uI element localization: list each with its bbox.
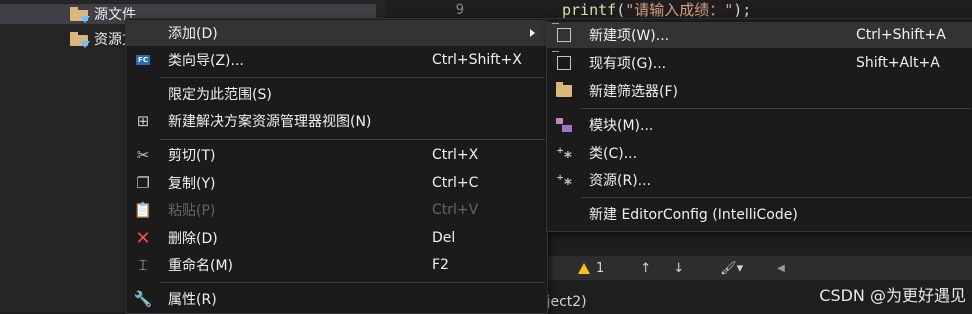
brush-icon[interactable]: 🖌▾ <box>720 261 743 276</box>
filter-folder-icon <box>70 32 90 48</box>
menu-item-module[interactable]: 模块(M)... <box>547 112 972 138</box>
menu-item-shortcut: Shift+Alt+A <box>856 55 940 71</box>
new-item-icon <box>552 23 573 44</box>
menu-item-shortcut: Ctrl+V <box>432 202 479 218</box>
menu-item-existing-item[interactable]: 现有项(G)... Shift+Alt+A <box>547 50 972 76</box>
menu-item-label: 资源(R)... <box>589 173 652 189</box>
watermark: CSDN @为更好遇见 <box>819 286 966 305</box>
menu-item-label: 限定为此范围(S) <box>168 87 272 103</box>
copy-icon: ❐ <box>136 174 150 192</box>
menu-item-shortcut: Ctrl+Shift+A <box>856 27 946 43</box>
class-wizard-icon: FC <box>134 51 152 69</box>
add-submenu: 新建项(W)... Ctrl+Shift+A 现有项(G)... Shift+A… <box>546 18 972 232</box>
submenu-arrow-icon <box>530 29 535 37</box>
rename-icon: ⌶ <box>138 256 148 274</box>
menu-item-new-explorer-view[interactable]: ⊞ 新建解决方案资源管理器视图(N) <box>126 108 547 134</box>
scroll-left-icon[interactable]: ◀ <box>777 263 785 274</box>
menu-item-shortcut: Ctrl+Shift+X <box>432 52 522 68</box>
menu-item-label: 新建筛选器(F) <box>589 84 678 100</box>
menu-item-label: 重命名(M) <box>168 258 234 274</box>
menu-item-add[interactable]: 添加(D) <box>126 20 547 46</box>
code-function: printf <box>562 1 617 19</box>
menu-item-scope-to-this[interactable]: 限定为此范围(S) <box>126 81 547 107</box>
filter-folder-icon <box>70 7 90 23</box>
menu-item-label: 新建 EditorConfig (IntelliCode) <box>589 207 798 223</box>
menu-item-new-item[interactable]: 新建项(W)... Ctrl+Shift+A <box>547 22 972 48</box>
code-line[interactable]: printf("请输入成绩："); <box>562 0 751 20</box>
menu-item-class-wizard[interactable]: FC 类向导(Z)... Ctrl+Shift+X <box>126 47 547 73</box>
menu-item-label: 剪切(T) <box>168 148 216 164</box>
menu-item-resource[interactable]: ⁺⁎ 资源(R)... <box>547 167 972 193</box>
menu-item-paste: 📋 粘贴(P) Ctrl+V <box>126 197 547 223</box>
scissors-icon: ✂ <box>136 146 150 164</box>
arrow-up-icon[interactable]: ↑ <box>640 261 651 276</box>
code-string: "请输入成绩：" <box>625 1 734 19</box>
menu-item-properties[interactable]: 🔧 属性(R) <box>126 286 547 312</box>
menu-item-label: 复制(Y) <box>168 176 216 192</box>
menu-separator <box>160 139 545 140</box>
menu-separator <box>581 197 971 198</box>
menu-item-shortcut: F2 <box>432 257 449 273</box>
menu-item-class[interactable]: ⁺⁎ 类(C)... <box>547 140 972 166</box>
menu-item-label: 现有项(G)... <box>589 56 667 72</box>
menu-item-shortcut: Del <box>432 230 456 246</box>
menu-item-rename[interactable]: ⌶ 重命名(M) F2 <box>126 252 547 278</box>
warning-icon <box>578 262 590 274</box>
menu-item-cut[interactable]: ✂ 剪切(T) Ctrl+X <box>126 142 547 168</box>
menu-item-label: 粘贴(P) <box>168 203 216 219</box>
code-paren-close: ); <box>733 1 752 19</box>
menu-separator <box>160 282 545 283</box>
new-filter-icon <box>555 82 573 100</box>
menu-item-copy[interactable]: ❐ 复制(Y) Ctrl+C <box>126 170 547 196</box>
menu-item-new-filter[interactable]: 新建筛选器(F) <box>547 78 972 104</box>
menu-item-label: 新建解决方案资源管理器视图(N) <box>168 114 372 130</box>
menu-item-delete[interactable]: ✕ 删除(D) Del <box>126 225 547 251</box>
resource-icon: ⁺⁎ <box>556 171 572 189</box>
editor-status-toolbar: 1 ↑ ↓ 🖌▾ ◀ <box>548 256 972 280</box>
menu-item-label: 模块(M)... <box>589 118 654 134</box>
menu-item-label: 删除(D) <box>168 231 218 247</box>
module-icon <box>555 116 573 134</box>
context-menu: 添加(D) FC 类向导(Z)... Ctrl+Shift+X 限定为此范围(S… <box>125 18 548 314</box>
menu-item-label: 新建项(W)... <box>589 28 670 44</box>
class-icon: ⁺⁎ <box>556 144 572 162</box>
menu-item-shortcut: Ctrl+X <box>432 147 479 163</box>
paste-icon: 📋 <box>133 201 153 219</box>
new-view-icon: ⊞ <box>136 112 150 130</box>
code-paren: ( <box>616 1 626 19</box>
menu-separator <box>160 77 545 78</box>
menu-item-label: 属性(R) <box>168 292 217 308</box>
menu-item-label: 类(C)... <box>589 146 638 162</box>
menu-item-label: 类向导(Z)... <box>168 53 244 69</box>
wrench-icon: 🔧 <box>133 290 153 308</box>
line-number: 9 <box>455 2 464 18</box>
arrow-down-icon[interactable]: ↓ <box>673 261 684 276</box>
warning-indicator[interactable]: 1 <box>578 261 604 276</box>
menu-item-label: 添加(D) <box>168 26 218 42</box>
existing-item-icon <box>552 51 573 72</box>
menu-separator <box>581 108 971 109</box>
delete-icon: ✕ <box>135 227 151 249</box>
warning-count: 1 <box>596 260 605 276</box>
menu-item-new-editorconfig[interactable]: 新建 EditorConfig (IntelliCode) <box>547 201 972 227</box>
menu-item-shortcut: Ctrl+C <box>432 175 479 191</box>
